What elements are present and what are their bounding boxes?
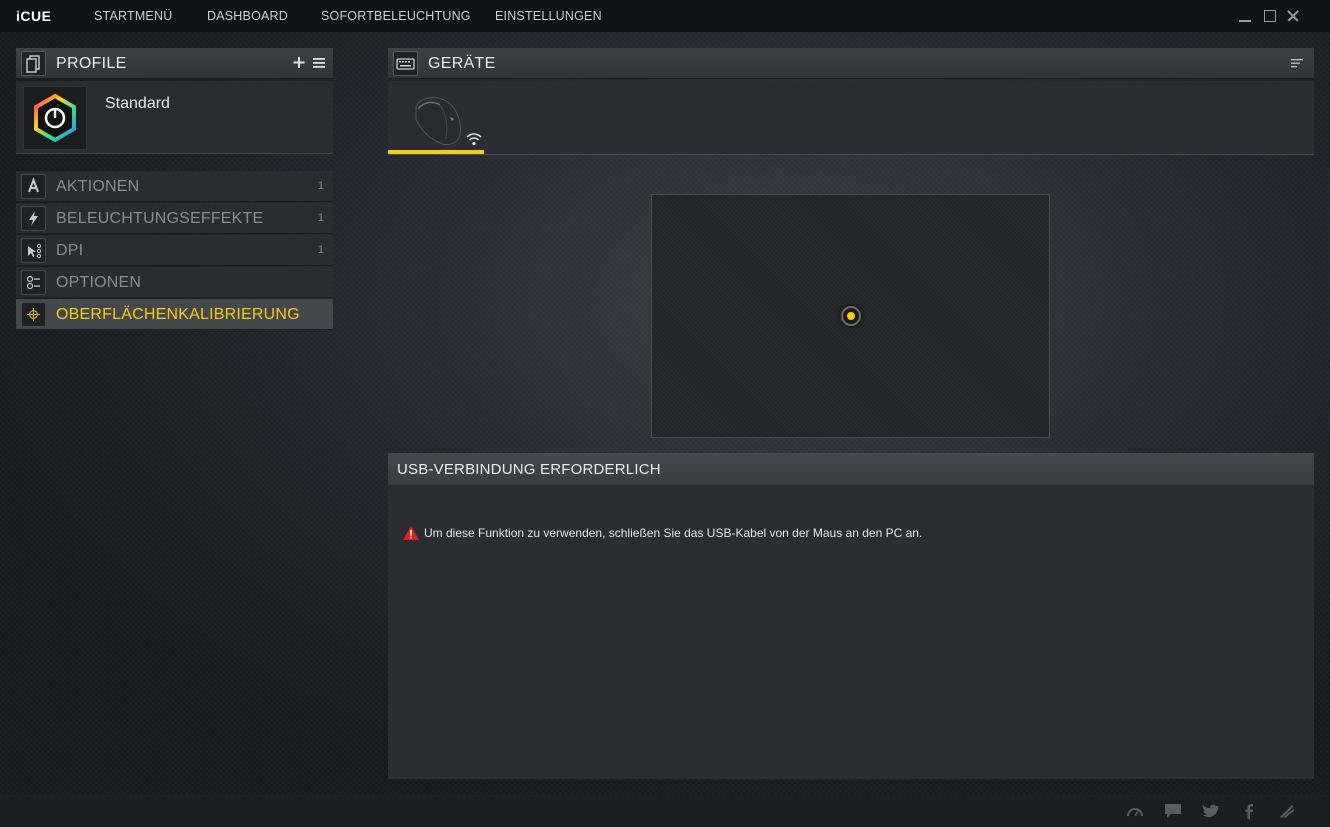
footer-bar [0,795,1330,827]
menu-label: OBERFLÄCHENKALIBRIERUNG [56,306,300,323]
nav-dashboard[interactable]: DASHBOARD [207,9,288,23]
menu-lighting-effects[interactable]: BELEUCHTUNGSEFFEKTE 1 [16,203,333,234]
usb-required-title: USB-VERBINDUNG ERFORDERLICH [397,461,661,478]
calibration-target-icon [841,306,861,326]
minimize-icon[interactable] [1237,8,1253,24]
profiles-title: PROFILE [56,55,127,72]
profile-name: Standard [105,95,170,112]
corsair-icon[interactable] [1278,803,1296,819]
nav-startmenu[interactable]: STARTMENÜ [94,9,172,23]
maximize-icon[interactable] [1262,8,1278,24]
crosshair-icon [21,302,46,327]
app-logo: iCUE [16,8,52,24]
options-toggle-icon [21,270,46,295]
profile-menu-icon[interactable] [312,54,326,70]
title-bar: iCUE STARTMENÜ DASHBOARD SOFORTBELEUCHTU… [0,0,1330,32]
device-tab-mouse[interactable] [388,81,484,154]
profile-avatar [23,86,87,150]
usb-required-header: USB-VERBINDUNG ERFORDERLICH [388,453,1314,485]
wireless-icon [466,133,482,146]
nav-instant-lighting[interactable]: SOFORTBELEUCHTUNG [321,9,471,23]
profiles-header: PROFILE [16,48,333,79]
menu-actions[interactable]: AKTIONEN 1 [16,171,333,202]
menu-count: 1 [317,212,324,224]
menu-count: 1 [317,244,324,256]
menu-label: BELEUCHTUNGSEFFEKTE [56,210,264,227]
devices-title: GERÄTE [428,55,496,72]
close-icon[interactable] [1285,8,1301,24]
menu-options[interactable]: OPTIONEN [16,267,333,298]
menu-dpi[interactable]: DPI 1 [16,235,333,266]
letter-a-icon [21,174,46,199]
keyboard-icon [393,51,418,76]
speed-dial-icon[interactable] [1126,803,1144,819]
menu-surface-calibration[interactable]: OBERFLÄCHENKALIBRIERUNG [16,299,333,330]
add-profile-icon[interactable] [292,54,306,70]
usb-warning-text: Um diese Funktion zu verwenden, schließe… [424,526,923,540]
sort-menu-icon[interactable] [1290,56,1304,70]
menu-count: 1 [317,180,324,192]
facebook-icon[interactable] [1240,803,1258,819]
usb-required-panel: Um diese Funktion zu verwenden, schließe… [388,485,1314,779]
profile-card[interactable]: Standard [16,81,333,154]
warning-icon [403,526,419,540]
usb-warning: Um diese Funktion zu verwenden, schließe… [402,525,922,541]
selected-tab-indicator [388,150,484,154]
menu-label: AKTIONEN [56,178,140,195]
menu-label: OPTIONEN [56,274,142,291]
icue-hexagon-icon [34,93,76,143]
mouse-icon [415,97,461,146]
devices-header: GERÄTE [388,48,1314,79]
dpi-pointer-icon [21,238,46,263]
profiles-icon [21,51,46,76]
lightning-icon [21,206,46,231]
chat-icon[interactable] [1164,803,1182,819]
menu-label: DPI [56,242,84,259]
twitter-icon[interactable] [1202,803,1220,819]
nav-settings[interactable]: EINSTELLUNGEN [495,9,602,23]
devices-strip [388,81,1314,155]
